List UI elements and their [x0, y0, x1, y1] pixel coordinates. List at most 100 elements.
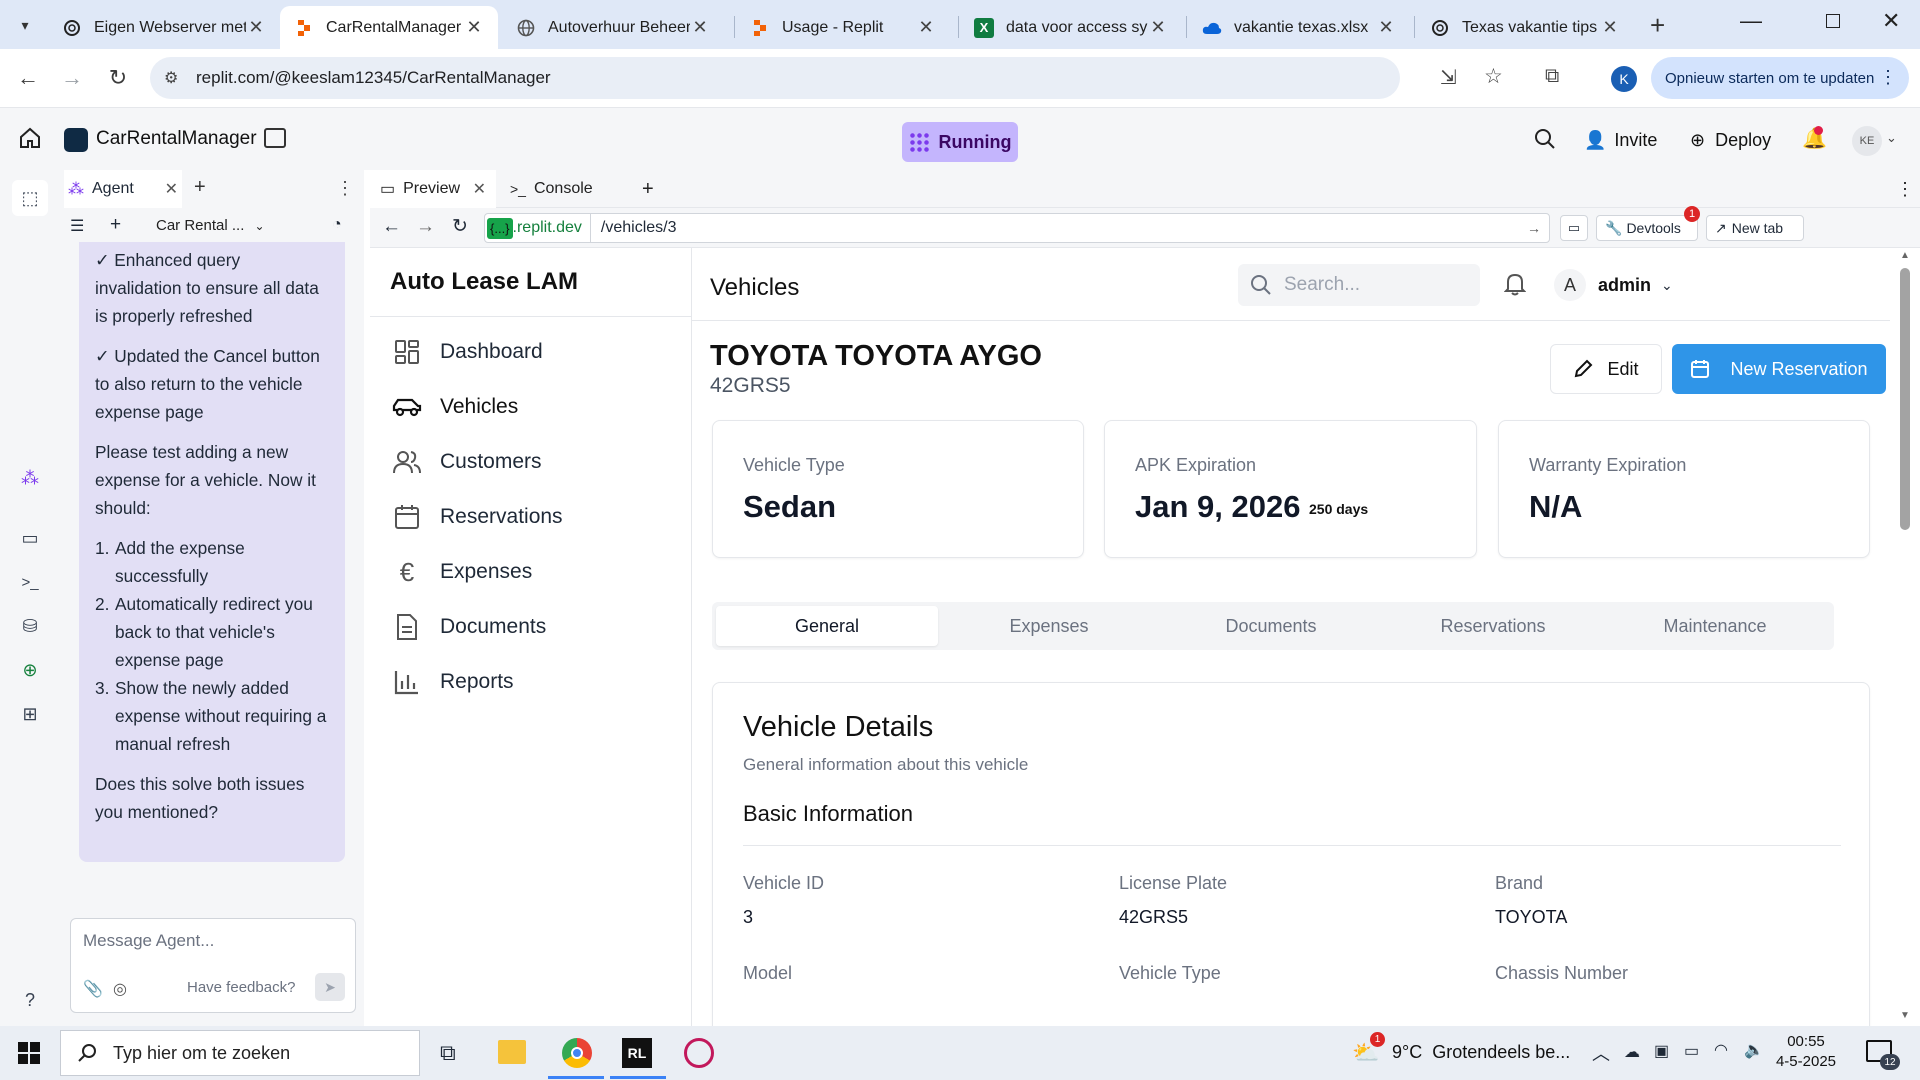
update-restart-button[interactable]: Opnieuw starten om te updaten ⋮: [1651, 57, 1909, 99]
tab-maintenance[interactable]: Maintenance: [1604, 606, 1826, 646]
new-reservation-button[interactable]: New Reservation: [1672, 344, 1886, 394]
task-view-icon[interactable]: ⧉: [440, 1040, 456, 1066]
tab-search-chevron-icon[interactable]: ▾: [12, 12, 38, 38]
onedrive-icon[interactable]: ☁: [1624, 1042, 1640, 1062]
windows-start-icon[interactable]: [18, 1042, 40, 1069]
chevron-down-icon[interactable]: ⌄: [1886, 130, 1897, 146]
clock[interactable]: 00:55 4-5-2025: [1766, 1032, 1846, 1072]
collapse-panel-icon[interactable]: ⬚: [12, 180, 48, 216]
tab-general[interactable]: General: [716, 606, 938, 646]
chevron-up-icon[interactable]: ︿: [1592, 1040, 1610, 1066]
device-icon[interactable]: ▭: [1560, 215, 1588, 241]
attach-paperclip-icon[interactable]: 📎: [83, 979, 103, 999]
browser-tab[interactable]: vakantie texas.xlsx ✕: [1188, 6, 1410, 49]
new-tab-plus-icon[interactable]: +: [1650, 10, 1665, 41]
scrollbar-track[interactable]: ▲ ▼: [1890, 248, 1920, 1026]
tab-console[interactable]: >_ Console: [500, 170, 620, 208]
back-arrow-icon[interactable]: ←: [14, 66, 42, 90]
browser-tab[interactable]: Autoverhuur Beheer ✕: [502, 6, 724, 49]
close-icon[interactable]: ✕: [916, 17, 936, 38]
help-icon[interactable]: ?: [18, 988, 42, 1012]
agent-tab[interactable]: ⁂ Agent ✕: [64, 170, 182, 208]
bookmark-star-icon[interactable]: ☆: [1484, 64, 1503, 89]
taskbar-app-icon[interactable]: RL: [622, 1038, 652, 1068]
agent-icon[interactable]: ⁂: [18, 466, 42, 490]
address-bar[interactable]: ⚙ replit.com/@keeslam12345/CarRentalMana…: [150, 57, 1503, 99]
nav-item-vehicles[interactable]: Vehicles: [392, 387, 518, 427]
new-tab-plus-icon[interactable]: +: [632, 170, 664, 208]
close-icon[interactable]: ✕: [1148, 17, 1168, 38]
install-app-icon[interactable]: ⇲: [1440, 65, 1457, 90]
devtools-button[interactable]: 🔧 Devtools: [1596, 215, 1698, 241]
search-icon[interactable]: [1534, 128, 1556, 155]
close-icon[interactable]: ✕: [246, 17, 266, 38]
home-icon[interactable]: [18, 126, 42, 155]
close-icon[interactable]: ✕: [165, 179, 178, 199]
new-tab-button[interactable]: ↗ New tab: [1706, 215, 1804, 241]
weather-text[interactable]: 9°C Grotendeels be...: [1392, 1042, 1570, 1063]
tab-documents[interactable]: Documents: [1160, 606, 1382, 646]
browser-tab[interactable]: Texas vakantie tips ✕: [1416, 6, 1634, 49]
gauge-icon[interactable]: ◔: [332, 216, 342, 234]
console-icon[interactable]: >_: [18, 570, 42, 594]
nav-item-dashboard[interactable]: Dashboard: [392, 332, 543, 372]
project-info-icon[interactable]: [264, 128, 286, 148]
battery-icon[interactable]: ▭: [1684, 1041, 1699, 1061]
session-selector[interactable]: Car Rental ... ⌄: [156, 217, 265, 234]
new-chat-plus-icon[interactable]: +: [110, 214, 121, 236]
back-arrow-icon[interactable]: ←: [382, 216, 401, 238]
message-input[interactable]: Message Agent...: [83, 931, 214, 951]
meet-icon[interactable]: ▣: [1654, 1041, 1669, 1061]
close-icon[interactable]: ✕: [1376, 17, 1396, 38]
user-menu[interactable]: A admin ⌄: [1554, 268, 1673, 302]
close-icon[interactable]: ✕: [473, 179, 486, 199]
nav-item-customers[interactable]: Customers: [392, 442, 542, 482]
more-vert-icon[interactable]: ⋮: [1886, 170, 1920, 208]
close-window-icon[interactable]: ✕: [1882, 8, 1900, 34]
send-icon[interactable]: ➤: [315, 973, 345, 1001]
extensions-puzzle-icon[interactable]: ⧉: [1545, 65, 1559, 88]
tab-expenses[interactable]: Expenses: [938, 606, 1160, 646]
target-icon[interactable]: ◎: [113, 979, 127, 999]
invite-button[interactable]: 👤 Invite: [1574, 122, 1667, 158]
database-icon[interactable]: ⛁: [18, 614, 42, 638]
run-status-button[interactable]: Running: [902, 122, 1018, 162]
minimize-window-icon[interactable]: —: [1740, 8, 1762, 34]
preview-url-field[interactable]: {...} .replit.dev /vehicles/3 →: [484, 213, 1550, 243]
wifi-icon[interactable]: ◠: [1714, 1040, 1728, 1060]
all-tools-icon[interactable]: ⊞: [18, 702, 42, 726]
browser-tab[interactable]: Usage - Replit ✕: [736, 6, 950, 49]
message-input-box[interactable]: Message Agent... 📎 ◎ Have feedback? ➤: [70, 918, 356, 1013]
project-name[interactable]: CarRentalManager: [96, 128, 257, 150]
search-input[interactable]: Search...: [1238, 264, 1480, 306]
deploy-button[interactable]: ⊕ Deploy: [1680, 122, 1781, 158]
scroll-up-icon[interactable]: ▲: [1900, 250, 1910, 261]
site-settings-icon[interactable]: ⚙: [164, 68, 178, 88]
browser-tab[interactable]: Eigen Webserver met ✕: [48, 6, 280, 49]
browser-tab-active[interactable]: CarRentalManager - R ✕: [280, 6, 498, 49]
more-vert-icon[interactable]: ⋮: [336, 178, 354, 199]
chrome-icon[interactable]: [562, 1038, 592, 1068]
taskbar-search[interactable]: Typ hier om te zoeken: [60, 1030, 420, 1076]
close-icon[interactable]: ✕: [690, 17, 710, 38]
scrollbar-thumb[interactable]: [1900, 268, 1910, 530]
scroll-down-icon[interactable]: ▼: [1900, 1010, 1910, 1021]
forward-arrow-icon[interactable]: →: [58, 66, 86, 90]
restore-window-icon[interactable]: [1826, 14, 1840, 28]
forward-arrow-icon[interactable]: →: [416, 216, 435, 238]
nav-item-documents[interactable]: Documents: [392, 607, 546, 647]
file-explorer-icon[interactable]: [498, 1040, 526, 1064]
preview-monitor-icon[interactable]: ▭: [18, 526, 42, 550]
taskbar-app-icon[interactable]: [684, 1038, 714, 1068]
deploy-globe-icon[interactable]: ⊕: [18, 658, 42, 682]
bell-icon[interactable]: [1503, 272, 1527, 301]
new-tab-plus-icon[interactable]: +: [194, 176, 206, 199]
close-icon[interactable]: ✕: [464, 17, 484, 38]
tab-preview[interactable]: ▭ Preview ✕: [370, 170, 496, 208]
go-arrow-icon[interactable]: →: [1527, 220, 1541, 236]
close-icon[interactable]: ✕: [1600, 17, 1620, 38]
nav-item-reservations[interactable]: Reservations: [392, 497, 563, 537]
feedback-link[interactable]: Have feedback?: [187, 979, 295, 996]
nav-item-reports[interactable]: Reports: [392, 662, 514, 702]
edit-button[interactable]: Edit: [1550, 344, 1662, 394]
